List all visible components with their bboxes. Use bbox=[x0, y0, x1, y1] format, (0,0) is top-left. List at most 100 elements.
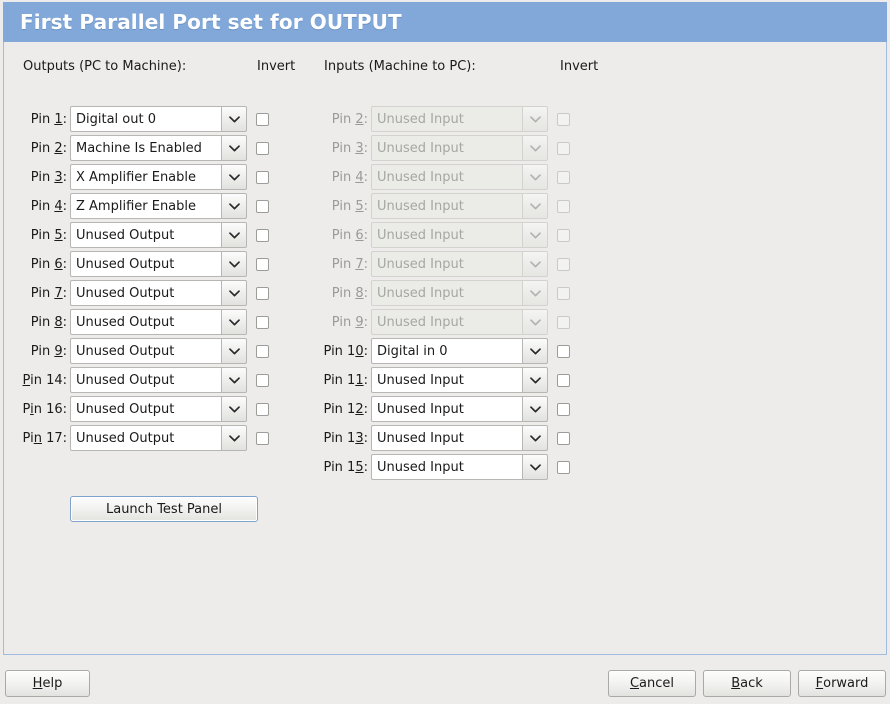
input-function-select[interactable]: Unused Input bbox=[371, 454, 548, 480]
output-function-select[interactable]: Unused Output bbox=[70, 396, 247, 422]
pin-row: Pin 4:Z Amplifier Enable bbox=[22, 193, 277, 219]
invert-checkbox[interactable] bbox=[557, 461, 570, 474]
invert-checkbox[interactable] bbox=[557, 374, 570, 387]
output-function-select[interactable]: Unused Output bbox=[70, 425, 247, 451]
cancel-button[interactable]: Cancel bbox=[608, 670, 696, 697]
invert-checkbox[interactable] bbox=[256, 258, 269, 271]
chevron-down-icon bbox=[530, 348, 541, 355]
pin-row: Pin 7:Unused Output bbox=[22, 280, 277, 306]
invert-checkbox[interactable] bbox=[256, 171, 269, 184]
chevron-down-icon[interactable] bbox=[221, 425, 247, 451]
output-function-select[interactable]: Machine Is Enabled bbox=[70, 135, 247, 161]
output-function-select[interactable]: Digital out 0 bbox=[70, 106, 247, 132]
pin-label: Pin 8: bbox=[323, 286, 371, 301]
invert-checkbox[interactable] bbox=[256, 345, 269, 358]
pin-label: Pin 2: bbox=[323, 112, 371, 127]
pin-row: Pin 2:Unused Input bbox=[323, 106, 578, 132]
input-function-select[interactable]: Digital in 0 bbox=[371, 338, 548, 364]
invert-column-header-inputs: Invert bbox=[560, 59, 598, 74]
help-button[interactable]: Help bbox=[5, 670, 90, 697]
invert-checkbox[interactable] bbox=[256, 229, 269, 242]
back-button[interactable]: Back bbox=[703, 670, 791, 697]
output-function-select[interactable]: Unused Output bbox=[70, 280, 247, 306]
chevron-down-icon[interactable] bbox=[221, 135, 247, 161]
chevron-down-icon bbox=[229, 203, 240, 210]
invert-checkbox[interactable] bbox=[256, 432, 269, 445]
invert-cell bbox=[548, 461, 578, 474]
pin-label: Pin 2: bbox=[22, 141, 70, 156]
invert-checkbox[interactable] bbox=[256, 316, 269, 329]
pin-label: Pin 4: bbox=[323, 170, 371, 185]
launch-test-panel-button[interactable]: Launch Test Panel bbox=[70, 496, 258, 522]
forward-button[interactable]: Forward bbox=[798, 670, 886, 697]
chevron-down-icon[interactable] bbox=[221, 222, 247, 248]
chevron-down-icon bbox=[229, 290, 240, 297]
invert-checkbox[interactable] bbox=[256, 113, 269, 126]
select-value: Z Amplifier Enable bbox=[70, 193, 221, 219]
chevron-down-icon bbox=[530, 232, 541, 239]
output-function-select[interactable]: Unused Output bbox=[70, 367, 247, 393]
invert-checkbox bbox=[557, 287, 570, 300]
pin-row: Pin 6:Unused Output bbox=[22, 251, 277, 277]
chevron-down-icon[interactable] bbox=[221, 367, 247, 393]
invert-cell bbox=[548, 200, 578, 213]
invert-checkbox[interactable] bbox=[256, 200, 269, 213]
invert-checkbox bbox=[557, 142, 570, 155]
input-function-select[interactable]: Unused Input bbox=[371, 367, 548, 393]
output-function-select[interactable]: Unused Output bbox=[70, 309, 247, 335]
output-function-select[interactable]: X Amplifier Enable bbox=[70, 164, 247, 190]
invert-cell bbox=[247, 287, 277, 300]
chevron-down-icon[interactable] bbox=[221, 396, 247, 422]
pin-row: Pin 17:Unused Output bbox=[22, 425, 277, 451]
output-function-select[interactable]: Unused Output bbox=[70, 222, 247, 248]
pin-label: Pin 3: bbox=[323, 141, 371, 156]
output-function-select[interactable]: Unused Output bbox=[70, 251, 247, 277]
chevron-down-icon[interactable] bbox=[522, 367, 548, 393]
invert-cell bbox=[247, 113, 277, 126]
outputs-column-header: Outputs (PC to Machine): bbox=[23, 59, 186, 74]
pin-label: Pin 6: bbox=[22, 257, 70, 272]
invert-checkbox[interactable] bbox=[557, 403, 570, 416]
invert-checkbox[interactable] bbox=[256, 403, 269, 416]
invert-cell bbox=[548, 171, 578, 184]
select-value: Unused Output bbox=[70, 251, 221, 277]
input-function-select: Unused Input bbox=[371, 106, 548, 132]
chevron-down-icon bbox=[229, 377, 240, 384]
pin-row: Pin 1:Digital out 0 bbox=[22, 106, 277, 132]
output-function-select[interactable]: Unused Output bbox=[70, 338, 247, 364]
pin-label: Pin 17: bbox=[22, 431, 70, 446]
invert-cell bbox=[247, 374, 277, 387]
chevron-down-icon[interactable] bbox=[221, 106, 247, 132]
inputs-column-header: Inputs (Machine to PC): bbox=[324, 59, 476, 74]
chevron-down-icon[interactable] bbox=[221, 338, 247, 364]
chevron-down-icon[interactable] bbox=[221, 193, 247, 219]
chevron-down-icon[interactable] bbox=[221, 280, 247, 306]
chevron-down-icon[interactable] bbox=[221, 164, 247, 190]
chevron-down-icon bbox=[522, 135, 548, 161]
invert-checkbox[interactable] bbox=[256, 287, 269, 300]
chevron-down-icon bbox=[229, 116, 240, 123]
input-function-select[interactable]: Unused Input bbox=[371, 425, 548, 451]
invert-checkbox[interactable] bbox=[557, 345, 570, 358]
select-value: Unused Output bbox=[70, 309, 221, 335]
pin-row: Pin 5:Unused Input bbox=[323, 193, 578, 219]
invert-checkbox[interactable] bbox=[256, 374, 269, 387]
chevron-down-icon bbox=[530, 261, 541, 268]
select-value: Unused Input bbox=[371, 454, 522, 480]
chevron-down-icon[interactable] bbox=[221, 309, 247, 335]
chevron-down-icon bbox=[229, 174, 240, 181]
invert-checkbox[interactable] bbox=[256, 142, 269, 155]
chevron-down-icon[interactable] bbox=[522, 338, 548, 364]
select-value: Digital in 0 bbox=[371, 338, 522, 364]
chevron-down-icon bbox=[530, 174, 541, 181]
chevron-down-icon[interactable] bbox=[522, 396, 548, 422]
chevron-down-icon bbox=[229, 261, 240, 268]
invert-cell bbox=[548, 345, 578, 358]
chevron-down-icon[interactable] bbox=[522, 454, 548, 480]
chevron-down-icon[interactable] bbox=[221, 251, 247, 277]
output-function-select[interactable]: Z Amplifier Enable bbox=[70, 193, 247, 219]
chevron-down-icon bbox=[530, 203, 541, 210]
invert-checkbox[interactable] bbox=[557, 432, 570, 445]
chevron-down-icon[interactable] bbox=[522, 425, 548, 451]
input-function-select[interactable]: Unused Input bbox=[371, 396, 548, 422]
